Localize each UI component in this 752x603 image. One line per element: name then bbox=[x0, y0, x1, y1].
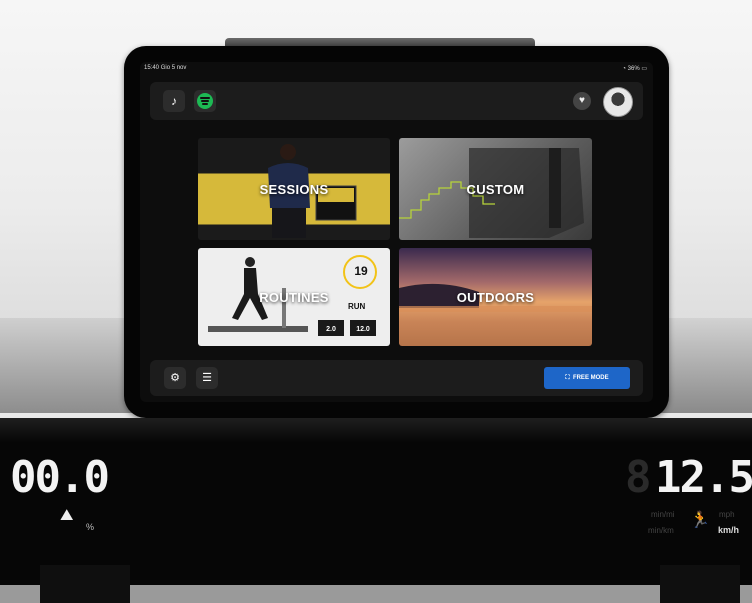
music-note-icon[interactable]: ♪ bbox=[163, 90, 185, 112]
unit-pace-km: min/km bbox=[648, 526, 674, 535]
speed-runner-icon: 🏃 bbox=[690, 512, 710, 529]
bottom-bar: ⚙ ☰ ⛶ FREE MODE bbox=[150, 360, 643, 396]
console-top-edge bbox=[0, 418, 752, 442]
tablet-device: 15:40 Gio 5 nov ◔ 36% ▭ ♪ ♥ SESSIONS CUS… bbox=[124, 46, 669, 418]
unit-pace-mi: min/mi bbox=[651, 510, 675, 519]
heart-icon[interactable]: ♥ bbox=[573, 92, 591, 110]
unit-kmh: km/h bbox=[718, 525, 740, 535]
wifi-icon: ◔ bbox=[622, 66, 626, 72]
incline-icon: ⛰ bbox=[60, 507, 74, 524]
free-mode-label: FREE MODE bbox=[572, 375, 609, 381]
tile-routines[interactable]: 19 RUN 2.0 12.0 ROUTINES bbox=[198, 248, 390, 346]
free-mode-icon: ⛶ bbox=[565, 375, 570, 381]
battery-icon: ▭ bbox=[641, 66, 647, 72]
status-battery: ◔ 36% ▭ bbox=[622, 65, 647, 72]
tile-outdoors-label: OUTDOORS bbox=[456, 290, 535, 305]
incline-display: 00.0 bbox=[10, 452, 110, 503]
battery-percent: 36% bbox=[627, 66, 640, 72]
tablet-screen: 15:40 Gio 5 nov ◔ 36% ▭ ♪ ♥ SESSIONS CUS… bbox=[140, 62, 653, 402]
incline-unit: % bbox=[86, 522, 95, 532]
avatar[interactable] bbox=[603, 87, 633, 117]
speed-display-dim: 8 bbox=[625, 452, 651, 503]
status-clock: 15:40 bbox=[144, 65, 160, 71]
spotify-logo bbox=[197, 93, 213, 109]
routines-stat1: 2.0 bbox=[326, 326, 336, 333]
routines-stat2: 12.0 bbox=[356, 326, 370, 333]
tile-routines-label: ROUTINES bbox=[259, 290, 329, 305]
unit-mph: mph bbox=[719, 510, 735, 519]
status-time: 15:40 Gio 5 nov bbox=[144, 65, 186, 71]
tile-sessions[interactable]: SESSIONS bbox=[198, 138, 390, 240]
status-date: Gio 5 nov bbox=[160, 65, 187, 71]
tile-custom-label: CUSTOM bbox=[466, 182, 525, 197]
treadmill-console bbox=[0, 418, 752, 588]
top-bar: ♪ ♥ bbox=[150, 82, 643, 120]
left-foot-rail bbox=[40, 565, 130, 603]
routines-timer: 19 bbox=[354, 264, 368, 278]
speed-display: 12.5 bbox=[655, 452, 752, 503]
tile-custom[interactable]: CUSTOM bbox=[399, 138, 592, 240]
left-handrail bbox=[0, 318, 140, 413]
tile-outdoors[interactable]: OUTDOORS bbox=[399, 248, 592, 346]
list-icon[interactable]: ☰ bbox=[196, 367, 218, 389]
spotify-icon[interactable] bbox=[194, 90, 216, 112]
tile-sessions-label: SESSIONS bbox=[259, 182, 329, 197]
right-foot-rail bbox=[660, 565, 740, 603]
gear-icon[interactable]: ⚙ bbox=[164, 367, 186, 389]
free-mode-button[interactable]: ⛶ FREE MODE bbox=[544, 367, 630, 389]
